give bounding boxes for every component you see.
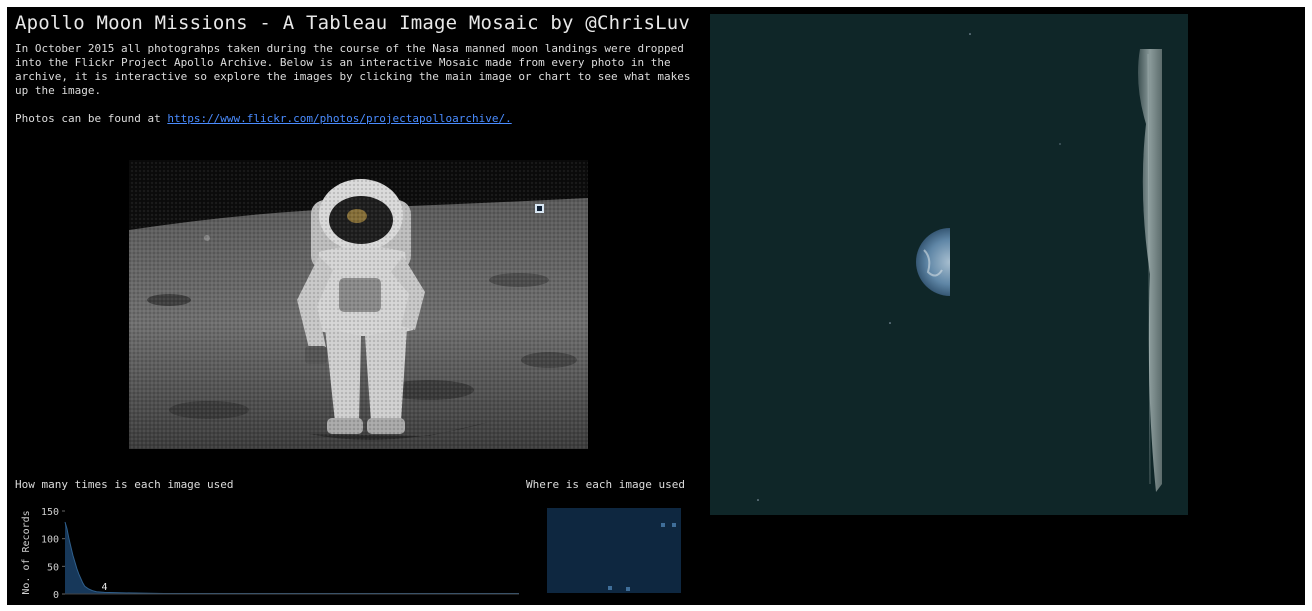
photos-source-prefix: Photos can be found at — [15, 112, 168, 125]
usage-y-tick-label: 150 — [41, 507, 59, 518]
mosaic-tile-selector[interactable] — [535, 204, 544, 213]
usage-data-label: 4 — [101, 582, 107, 593]
selected-photo[interactable] — [710, 14, 1188, 515]
usage-y-axis-label: No. of Records — [21, 510, 32, 594]
intro-text: In October 2015 all photograhps taken du… — [15, 42, 691, 97]
usage-y-tick-label: 100 — [41, 535, 59, 546]
usage-area[interactable] — [65, 522, 519, 594]
where-point[interactable] — [626, 587, 630, 591]
where-chart[interactable] — [547, 508, 681, 593]
usage-y-tick-label: 0 — [53, 590, 59, 601]
where-point[interactable] — [608, 586, 612, 590]
usage-chart-title: How many times is each image used — [15, 478, 234, 491]
astronaut-mosaic-picture — [129, 160, 588, 449]
page-title: Apollo Moon Missions - A Tableau Image M… — [15, 12, 691, 34]
where-chart-title: Where is each image used — [526, 478, 685, 491]
dashboard: Apollo Moon Missions - A Tableau Image M… — [7, 7, 1305, 605]
usage-line — [64, 521, 519, 594]
where-point[interactable] — [661, 523, 665, 527]
flickr-archive-link[interactable]: https://www.flickr.com/photos/projectapo… — [167, 112, 511, 125]
usage-y-tick-label: 50 — [47, 562, 59, 573]
photos-source-line: Photos can be found at https://www.flick… — [15, 112, 705, 125]
main-mosaic-image[interactable] — [129, 160, 588, 449]
where-point[interactable] — [672, 523, 676, 527]
usage-chart[interactable]: 0 50 100 150 No. of Records 4 — [7, 497, 527, 601]
earth-photo-picture — [710, 14, 1188, 515]
